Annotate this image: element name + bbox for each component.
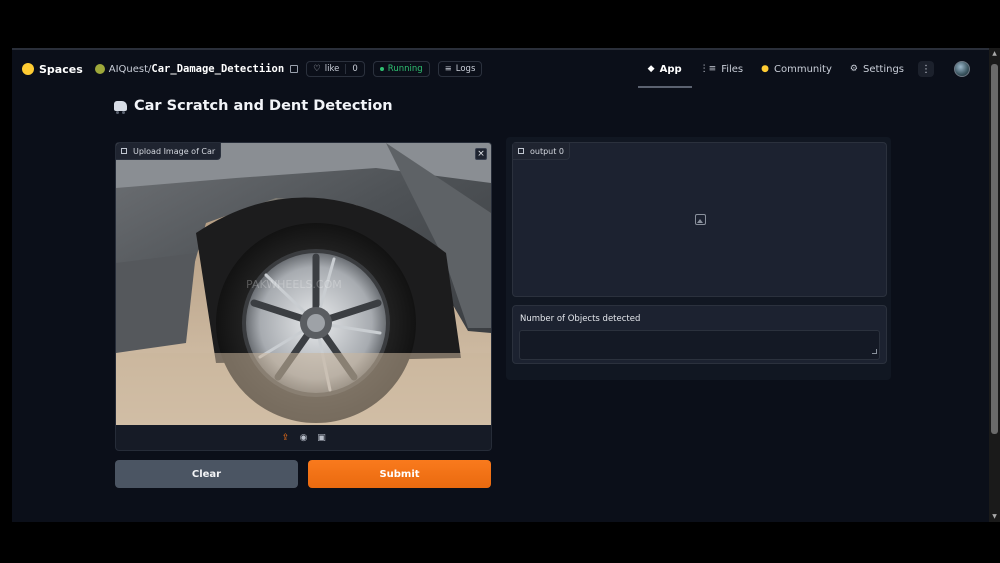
logs-label: Logs — [455, 64, 476, 74]
tab-community[interactable]: ● Community — [761, 50, 832, 88]
status-badge: Running — [372, 61, 430, 77]
scroll-down-icon[interactable]: ▼ — [991, 513, 998, 520]
tab-community-label: Community — [774, 63, 832, 75]
input-label-text: Upload Image of Car — [133, 146, 216, 156]
repo-breadcrumb: AIQuest/ Car_Damage_Detectiion — [94, 63, 299, 75]
page-title-text: Car Scratch and Dent Detection — [134, 98, 393, 114]
copy-icon[interactable] — [290, 65, 299, 73]
top-bar: Spaces AIQuest/ Car_Damage_Detectiion ♡ … — [12, 50, 990, 88]
webcam-icon[interactable]: ◉ — [298, 432, 310, 444]
uploaded-car-image: PAKWHEELS.COM — [116, 143, 491, 425]
count-label: Number of Objects detected — [520, 314, 641, 324]
image-upload-panel[interactable]: Upload Image of Car × PAKWHEELS.COM ⇪ ◉ … — [115, 142, 492, 451]
tab-settings[interactable]: ⚙ Settings — [850, 50, 904, 88]
like-button[interactable]: ♡ like 0 — [306, 61, 365, 77]
object-count-panel: Number of Objects detected — [512, 305, 887, 364]
hugging-face-icon — [22, 63, 34, 75]
clear-image-button[interactable]: × — [475, 148, 487, 160]
space-nav: ◆ App ⋮≡ Files ● Community ⚙ Settings ⋮ — [630, 50, 970, 88]
gear-icon: ⚙ — [849, 64, 858, 74]
output-column: output 0 Number of Objects detected — [506, 137, 891, 380]
tab-settings-label: Settings — [862, 63, 904, 75]
tab-files-label: Files — [721, 63, 744, 75]
like-label: like — [324, 64, 340, 74]
brand-label: Spaces — [39, 62, 83, 76]
repo-owner-link[interactable]: AIQuest/ — [109, 64, 152, 75]
submit-button[interactable]: Submit — [308, 460, 491, 488]
app-frame: Spaces AIQuest/ Car_Damage_Detectiion ♡ … — [12, 48, 1000, 522]
input-block-label: Upload Image of Car — [116, 143, 222, 160]
image-label-icon — [518, 148, 524, 154]
clipboard-icon[interactable]: ▣ — [316, 432, 328, 444]
output-block-label: output 0 — [513, 143, 571, 160]
car-icon — [114, 101, 127, 114]
logs-icon: ≡ — [444, 64, 452, 74]
files-icon: ⋮≡ — [699, 64, 717, 74]
tab-app[interactable]: ◆ App — [637, 50, 692, 88]
community-icon: ● — [761, 64, 770, 74]
clear-button[interactable]: Clear — [115, 460, 298, 488]
heart-icon: ♡ — [313, 64, 321, 74]
image-placeholder-icon — [695, 214, 706, 225]
status-label: Running — [387, 64, 423, 74]
status-dot-icon — [379, 67, 384, 71]
scrollbar-thumb[interactable] — [991, 64, 998, 434]
image-source-toolbar: ⇪ ◉ ▣ — [116, 425, 491, 450]
object-count-field[interactable] — [519, 330, 880, 360]
spaces-logo[interactable]: Spaces — [22, 63, 83, 76]
page-title: Car Scratch and Dent Detection — [114, 98, 393, 114]
owner-avatar-icon — [94, 64, 105, 74]
app-icon: ◆ — [647, 64, 655, 74]
output-image-panel: output 0 — [512, 142, 887, 297]
logs-button[interactable]: ≡ Logs — [437, 61, 483, 77]
repo-name-link[interactable]: Car_Damage_Detectiion — [151, 63, 284, 75]
upload-icon[interactable]: ⇪ — [280, 432, 292, 444]
output-label-text: output 0 — [530, 146, 565, 156]
resize-handle-icon[interactable] — [872, 349, 877, 354]
image-label-icon — [121, 148, 127, 154]
scroll-up-icon[interactable]: ▲ — [991, 50, 998, 57]
like-count: 0 — [345, 64, 358, 74]
tab-app-label: App — [659, 63, 682, 75]
user-avatar[interactable] — [954, 61, 970, 77]
screen: Spaces AIQuest/ Car_Damage_Detectiion ♡ … — [0, 0, 1000, 563]
tab-files[interactable]: ⋮≡ Files — [700, 50, 744, 88]
more-options-button[interactable]: ⋮ — [918, 61, 934, 77]
page-scrollbar[interactable]: ▲ ▼ — [989, 48, 1000, 522]
watermark-text: PAKWHEELS.COM — [246, 278, 342, 291]
